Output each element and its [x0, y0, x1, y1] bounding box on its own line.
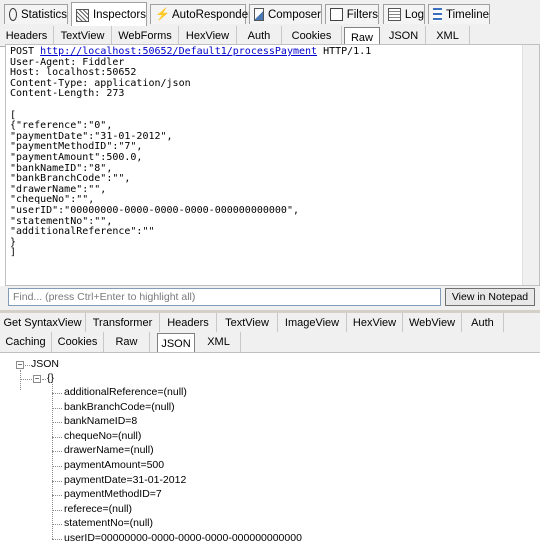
- stopwatch-icon: [9, 8, 17, 21]
- tree-connector: [52, 509, 62, 511]
- response-tab-imageview[interactable]: ImageView: [278, 313, 347, 332]
- tree-connector: [25, 365, 30, 366]
- log-icon: [388, 8, 401, 21]
- inspectors-icon: [76, 8, 89, 22]
- main-tab-bar: Statistics Inspectors ⚡ AutoResponder Co…: [0, 0, 540, 27]
- response-tab-textview[interactable]: TextView: [217, 313, 278, 332]
- tree-connector: [52, 466, 62, 467]
- request-text-line: "paymentAmount":500.0,: [10, 151, 143, 163]
- request-tab-webforms[interactable]: WebForms: [112, 26, 179, 46]
- response-tab-headers[interactable]: Headers: [160, 313, 217, 332]
- tree-node-object[interactable]: {}: [47, 372, 54, 384]
- response-tab-bar-row2: Caching Cookies Raw JSON XML: [0, 332, 540, 353]
- tree-connector: [52, 407, 62, 409]
- tree-connector: [52, 451, 62, 453]
- tree-item[interactable]: referece=(null): [64, 503, 132, 515]
- tree-connector: [20, 370, 21, 390]
- response-tab-auth[interactable]: Auth: [462, 313, 504, 332]
- request-text-line: [10, 100, 535, 111]
- request-raw-text[interactable]: POST http://localhost:50652/Default1/pro…: [5, 44, 540, 286]
- tree-item[interactable]: statementNo=(null): [64, 517, 153, 529]
- tab-statistics-label: Statistics: [20, 8, 67, 21]
- tree-connector: [52, 539, 62, 540]
- find-bar: Find... (press Ctrl+Enter to highlight a…: [0, 286, 540, 310]
- tree-item[interactable]: bankNameID=8: [64, 415, 137, 427]
- request-protocol: HTTP/1.1: [317, 46, 372, 57]
- tab-autoresponder-label: AutoResponder: [172, 8, 252, 21]
- json-tree-view[interactable]: − JSON − {} additionalReference=(null) ba…: [0, 352, 540, 556]
- request-text-line: }: [10, 236, 17, 248]
- tab-composer-label: Composer: [267, 8, 321, 21]
- request-tab-xml[interactable]: XML: [426, 26, 470, 46]
- collapse-object-toggle[interactable]: −: [33, 375, 41, 383]
- tree-connector: [52, 393, 62, 394]
- tab-log[interactable]: Log: [383, 4, 425, 24]
- find-input[interactable]: Find... (press Ctrl+Enter to highlight a…: [8, 288, 441, 306]
- request-text-line: "userID":"00000000-0000-0000-0000-000000…: [10, 204, 299, 216]
- response-tab-cookies[interactable]: Cookies: [52, 332, 104, 352]
- tab-composer[interactable]: Composer: [249, 4, 322, 24]
- tree-connector: [52, 495, 62, 497]
- tab-filters-label: Filters: [346, 8, 378, 21]
- vertical-scrollbar[interactable]: [522, 45, 539, 285]
- request-text-line: Content-Length: 273: [10, 88, 125, 100]
- tab-autoresponder[interactable]: ⚡ AutoResponder: [150, 4, 252, 24]
- tree-item[interactable]: chequeNo=(null): [64, 430, 141, 442]
- tree-connector: [20, 379, 32, 380]
- response-tab-caching[interactable]: Caching: [0, 332, 52, 352]
- request-text-line: "additionalReference":"": [10, 226, 155, 238]
- checkbox-icon: [330, 8, 343, 21]
- tree-item[interactable]: paymentAmount=500: [64, 459, 164, 471]
- response-tab-bar-row1: Get SyntaxView Transformer Headers TextV…: [0, 313, 540, 333]
- response-tab-get-syntaxview[interactable]: Get SyntaxView: [0, 313, 86, 332]
- tab-timeline[interactable]: Timeline: [428, 4, 490, 24]
- tab-filters[interactable]: Filters: [325, 4, 379, 24]
- response-tab-raw[interactable]: Raw: [104, 332, 150, 352]
- response-tab-xml[interactable]: XML: [197, 332, 241, 352]
- response-tab-hexview[interactable]: HexView: [347, 313, 403, 332]
- tab-timeline-label: Timeline: [445, 8, 489, 21]
- request-tab-cookies[interactable]: Cookies: [282, 26, 342, 46]
- tree-node-root[interactable]: JSON: [31, 358, 59, 370]
- tree-item[interactable]: bankBranchCode=(null): [64, 401, 175, 413]
- tree-connector: [52, 524, 62, 526]
- tree-item[interactable]: paymentMethodID=7: [64, 488, 162, 500]
- tree-item[interactable]: paymentDate=31-01-2012: [64, 474, 186, 486]
- request-text-line: ]: [10, 247, 17, 259]
- response-tab-webview[interactable]: WebView: [403, 313, 462, 332]
- lightning-icon: ⚡: [155, 7, 170, 21]
- response-tab-transformer[interactable]: Transformer: [86, 313, 160, 332]
- tab-inspectors[interactable]: Inspectors: [71, 2, 147, 27]
- request-body-lines: User-Agent: Fiddler Host: localhost:50652…: [10, 57, 535, 259]
- tree-connector: [52, 480, 62, 482]
- tree-item[interactable]: userID=00000000-0000-0000-0000-000000000…: [64, 532, 302, 544]
- timeline-icon: [433, 8, 442, 21]
- tree-item[interactable]: additionalReference=(null): [64, 386, 187, 398]
- request-tab-textview[interactable]: TextView: [54, 26, 112, 46]
- request-line: POST http://localhost:50652/Default1/pro…: [10, 46, 535, 58]
- tab-inspectors-label: Inspectors: [92, 9, 146, 21]
- tree-connector: [52, 422, 62, 424]
- view-in-notepad-button[interactable]: View in Notepad: [445, 288, 535, 306]
- request-method: POST: [10, 46, 41, 57]
- request-tab-json[interactable]: JSON: [382, 26, 426, 46]
- request-tab-headers[interactable]: Headers: [0, 26, 54, 46]
- request-url-link[interactable]: http://localhost:50652/Default1/processP…: [40, 46, 317, 57]
- response-tab-json[interactable]: JSON: [157, 333, 195, 353]
- request-tab-hexview[interactable]: HexView: [179, 26, 237, 46]
- tree-connector: [52, 436, 62, 438]
- tab-log-label: Log: [404, 8, 424, 21]
- tab-statistics[interactable]: Statistics: [4, 4, 68, 24]
- request-tab-auth[interactable]: Auth: [237, 26, 282, 46]
- collapse-root-toggle[interactable]: −: [16, 361, 24, 369]
- tree-item[interactable]: drawerName=(null): [64, 444, 154, 456]
- composer-icon: [254, 8, 264, 21]
- tree-connector: [42, 379, 46, 380]
